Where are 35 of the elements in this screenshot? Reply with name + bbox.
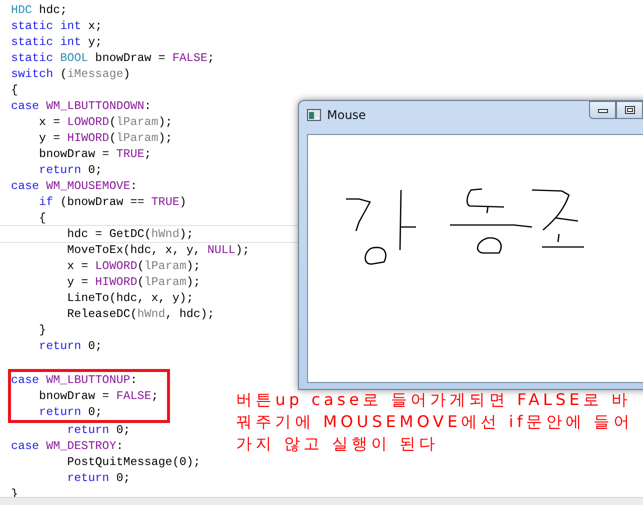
minimize-button[interactable] <box>589 101 616 119</box>
code-line: static int x; <box>11 18 102 34</box>
code-line: { <box>11 82 18 98</box>
code-line: return 0; <box>38 338 102 354</box>
code-line: ReleaseDC(hWnd, hdc); <box>66 306 214 322</box>
code-line: bnowDraw = FALSE; <box>38 388 158 404</box>
code-line: x = LOWORD(lParam); <box>66 258 200 274</box>
code-line: { <box>38 210 46 226</box>
code-line: HDC hdc; <box>11 2 68 18</box>
code-line: static BOOL bnowDraw = FALSE; <box>11 50 214 66</box>
code-line: PostQuitMessage(0); <box>66 454 200 470</box>
code-line: return 0; <box>66 422 130 438</box>
code-line: } <box>38 322 46 338</box>
app-icon <box>307 109 321 121</box>
code-line: case WM_LBUTTONDOWN: <box>11 98 152 114</box>
code-line: MoveToEx(hdc, x, y, NULL); <box>66 242 250 258</box>
code-line: y = HIWORD(lParam); <box>66 274 200 290</box>
code-line: switch (iMessage) <box>11 66 130 82</box>
code-line: LineTo(hdc, x, y); <box>66 290 194 306</box>
code-line: case WM_DESTROY: <box>11 438 124 454</box>
minimize-icon <box>596 106 608 114</box>
annotation-text: 버튼up case로 들어가게되면 FALSE로 바꿔주기에 MOUSEMOVE에선 if문안에 들어가지 않고 실행이 된다 <box>236 389 634 455</box>
code-line: return 0; <box>66 470 130 486</box>
code-line: case WM_MOUSEMOVE: <box>11 178 138 194</box>
code-line: static int y; <box>11 34 102 50</box>
maximize-icon <box>624 105 636 115</box>
code-line: bnowDraw = TRUE; <box>38 146 152 162</box>
window-title: Mouse <box>327 108 366 122</box>
code-line: case WM_LBUTTONUP: <box>11 372 138 388</box>
code-line: y = HIWORD(lParam); <box>38 130 172 146</box>
code-line: return 0; <box>38 162 102 178</box>
code-line: x = LOWORD(lParam); <box>38 114 172 130</box>
maximize-button[interactable] <box>616 101 643 119</box>
code-line: return 0; <box>38 404 102 420</box>
code-line: if (bnowDraw == TRUE) <box>38 194 186 210</box>
